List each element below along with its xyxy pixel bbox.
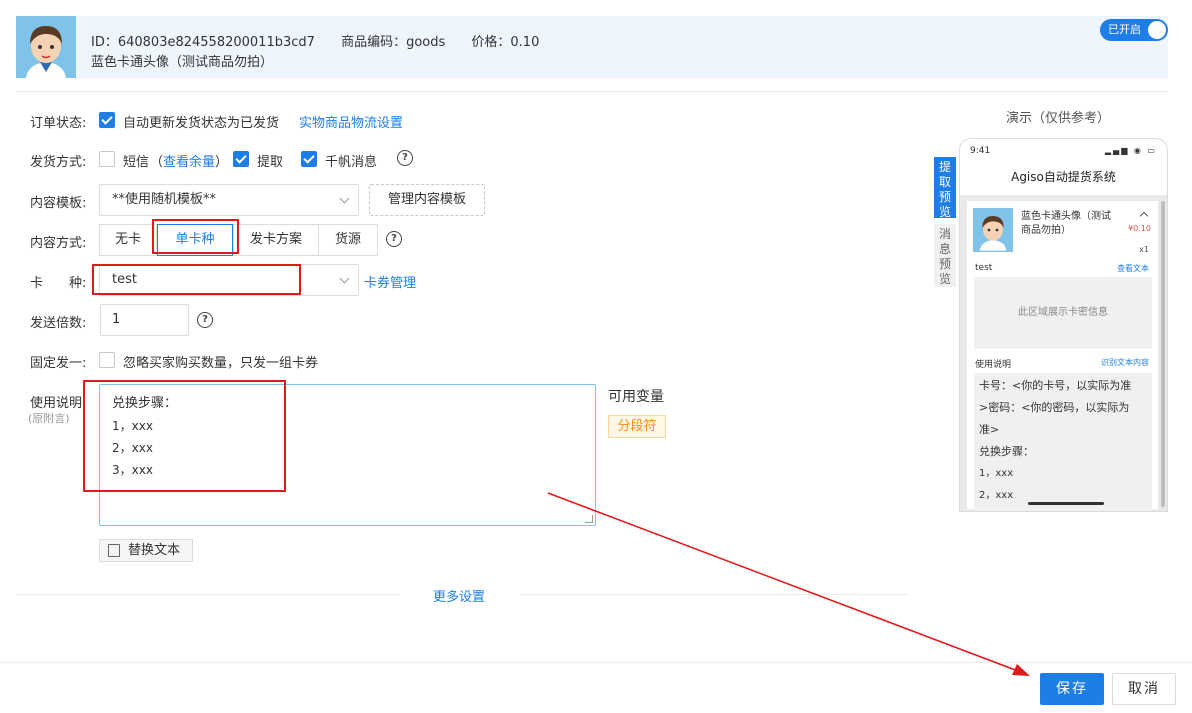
- phone-order-card: 蓝色卡通头像（测试商品勿拍） ¥0.10 x1 test 查看文本 此区域展示卡…: [967, 201, 1158, 511]
- mode-option-none[interactable]: 无卡: [99, 224, 157, 256]
- mode-option-plan[interactable]: 发卡方案: [233, 224, 319, 256]
- manage-template-button[interactable]: 管理内容模板: [369, 184, 485, 216]
- tab-message-preview[interactable]: 消息预览: [934, 224, 956, 287]
- phone-usage-line: >密码：<你的密码，以实际为: [979, 401, 1130, 414]
- phone-qty: x1: [1139, 245, 1149, 254]
- delivery-help-icon[interactable]: ?: [397, 150, 413, 166]
- replace-text-label: 替换文本: [128, 543, 181, 558]
- sms-quota-wrap: （查看余量）: [150, 155, 229, 170]
- phone-product-name: 蓝色卡通头像（测试商品勿拍）: [1021, 211, 1111, 236]
- multiplier-help-icon[interactable]: ?: [197, 312, 213, 328]
- chevron-down-icon: [339, 273, 350, 284]
- replace-text-icon: [108, 544, 120, 557]
- multiplier-input[interactable]: 1: [100, 304, 189, 336]
- auto-update-status-checkbox[interactable]: [99, 112, 115, 128]
- card-manage-link[interactable]: 卡券管理: [364, 272, 416, 291]
- product-name: 蓝色卡通头像（测试商品勿拍）: [91, 55, 274, 70]
- footer-divider: [0, 662, 1192, 663]
- mode-option-source[interactable]: 货源: [318, 224, 378, 256]
- chevron-up-icon[interactable]: [1139, 211, 1149, 221]
- sms-checkbox[interactable]: [99, 151, 115, 167]
- fixed-one-checkbox[interactable]: [99, 352, 115, 368]
- resize-handle-icon[interactable]: [585, 515, 593, 523]
- annotation-box-card-type: [92, 264, 301, 295]
- product-code: 商品编码：goods: [341, 35, 446, 50]
- phone-view-text-link[interactable]: 查看文本: [1117, 263, 1149, 274]
- header-divider: [16, 91, 1168, 92]
- sms-quota-link[interactable]: 查看余量: [163, 155, 215, 170]
- pickup-checkbox[interactable]: [233, 151, 249, 167]
- annotation-box-instructions: [83, 380, 286, 492]
- template-select[interactable]: **使用随机模板**: [99, 184, 359, 216]
- phone-usage-line: 准>: [979, 423, 1000, 436]
- annotation-box-single-card: [152, 219, 239, 254]
- template-selected: **使用随机模板**: [112, 192, 217, 207]
- phone-nav-title: Agiso自动提货系统: [960, 163, 1167, 195]
- instructions-sublabel: (原附言): [28, 412, 70, 425]
- qianniu-text: 千帆消息: [325, 155, 378, 170]
- chevron-down-icon: [339, 193, 350, 204]
- toggle-knob: [1148, 21, 1166, 39]
- phone-home-indicator: [1028, 502, 1104, 505]
- fixed-one-label: 固定发一:: [30, 356, 87, 371]
- fixed-one-text: 忽略买家购买数量，只发一组卡券: [123, 356, 319, 371]
- qianniu-checkbox[interactable]: [301, 151, 317, 167]
- product-header: ID：640803e824558200011b3cd7 商品编码：goods 价…: [16, 16, 1168, 78]
- phone-usage-line: 兑换步骤：: [979, 445, 1034, 458]
- phone-status-bar: 9:41 ▂▄▆ ◉ ▭: [960, 139, 1167, 163]
- phone-card-area: 此区域展示卡密信息: [974, 277, 1152, 349]
- phone-usage-title: 使用说明: [975, 360, 1012, 370]
- phone-scrollbar[interactable]: [1161, 201, 1165, 507]
- phone-usage-line: 1，xxx: [979, 468, 1014, 479]
- more-divider-right: [520, 594, 908, 595]
- enabled-toggle[interactable]: 已开启: [1100, 19, 1168, 41]
- phone-time: 9:41: [970, 146, 991, 156]
- order-status-label: 订单状态:: [30, 116, 87, 131]
- cancel-button[interactable]: 取消: [1112, 673, 1176, 705]
- content-mode-label: 内容方式:: [30, 236, 87, 251]
- logistics-settings-link[interactable]: 实物商品物流设置: [299, 112, 403, 131]
- product-id: ID：640803e824558200011b3cd7: [91, 35, 315, 50]
- card-type-label: 卡 种:: [30, 276, 87, 291]
- pickup-text: 提取: [257, 155, 284, 170]
- tab-pickup-preview[interactable]: 提取预览: [934, 157, 956, 219]
- product-meta: ID：640803e824558200011b3cd7 商品编码：goods 价…: [91, 31, 561, 50]
- phone-price: ¥0.10: [1128, 224, 1151, 233]
- phone-usage-link[interactable]: 识别文本内容: [1101, 357, 1149, 368]
- phone-product-avatar: [973, 208, 1013, 252]
- toggle-label: 已开启: [1108, 23, 1141, 36]
- phone-usage-box: 卡号：<你的卡号，以实际为准 >密码：<你的密码，以实际为 准> 兑换步骤： 1…: [974, 373, 1152, 511]
- signal-wifi-battery-icon: ▂▄▆ ◉ ▭: [1104, 146, 1157, 155]
- product-avatar: [16, 16, 76, 78]
- template-label: 内容模板:: [30, 196, 87, 211]
- save-button[interactable]: 保存: [1040, 673, 1104, 705]
- auto-update-status-text: 自动更新发货状态为已发货: [123, 116, 280, 131]
- preview-title: 演示（仅供参考）: [1006, 111, 1111, 126]
- more-divider-left: [16, 594, 400, 595]
- content-mode-help-icon[interactable]: ?: [386, 231, 402, 247]
- phone-usage-line: 卡号：<你的卡号，以实际为准: [979, 379, 1132, 392]
- more-settings-link[interactable]: 更多设置: [433, 586, 485, 605]
- delivery-label: 发货方式:: [30, 155, 87, 170]
- phone-card-name: test: [975, 263, 993, 273]
- variables-title: 可用变量: [608, 389, 664, 405]
- replace-text-button[interactable]: 替换文本: [99, 539, 193, 562]
- instructions-label: 使用说明:: [30, 396, 87, 411]
- phone-preview: 9:41 ▂▄▆ ◉ ▭ Agiso自动提货系统 蓝色卡通头像（测试商品勿拍） …: [959, 138, 1168, 512]
- sms-text: 短信: [123, 155, 150, 170]
- paragraph-variable-tag[interactable]: 分段符: [608, 415, 666, 438]
- multiplier-label: 发送倍数:: [30, 316, 87, 331]
- product-price: 价格：0.10: [471, 35, 540, 50]
